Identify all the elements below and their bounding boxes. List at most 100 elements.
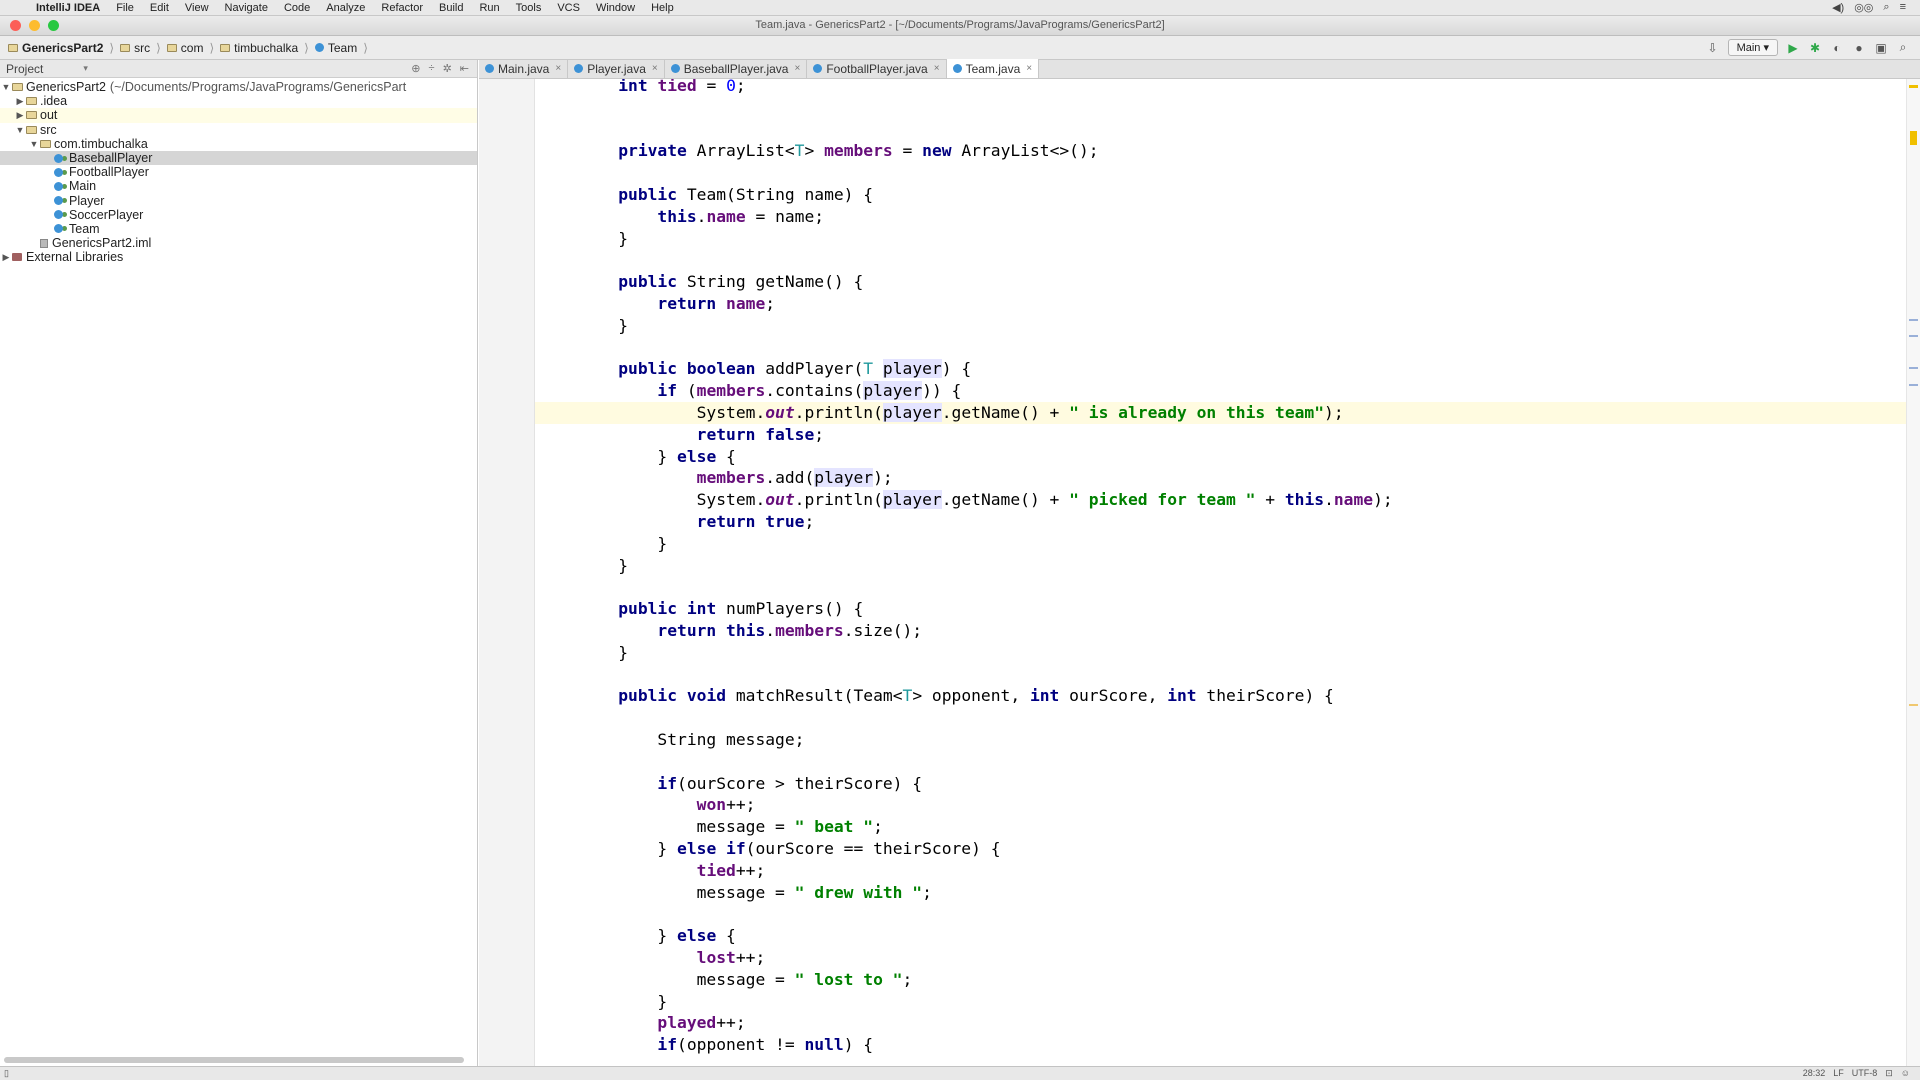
code-line[interactable]: 32 System.out.println(player.getName() +… xyxy=(535,489,1920,511)
run-icon[interactable]: ▶ xyxy=(1786,41,1800,55)
code-line[interactable]: 46 won++; xyxy=(535,794,1920,816)
code-line[interactable]: 36 xyxy=(535,576,1920,598)
run-configuration-select[interactable]: Main ▾ xyxy=(1727,39,1778,56)
close-tab-icon[interactable]: × xyxy=(555,63,561,74)
tree-item[interactable]: ▼ com.timbuchalka xyxy=(0,137,477,151)
line-separator[interactable]: LF xyxy=(1833,1068,1844,1079)
error-stripe[interactable] xyxy=(1906,79,1920,1066)
line-number-gutter[interactable] xyxy=(479,79,535,1066)
usage-marker[interactable] xyxy=(1909,335,1918,337)
close-tab-icon[interactable]: × xyxy=(652,63,658,74)
collapsed-arrow-icon[interactable]: ▶ xyxy=(0,250,12,264)
tree-item[interactable]: GenericsPart2.iml xyxy=(0,236,477,250)
collapsed-arrow-icon[interactable]: ▶ xyxy=(14,108,26,122)
tree-item[interactable]: ▶ External Libraries xyxy=(0,250,477,264)
breadcrumb-item[interactable]: com xyxy=(163,41,208,55)
usage-marker[interactable] xyxy=(1909,319,1918,321)
code-line[interactable]: 23 return name; xyxy=(535,293,1920,315)
code-line[interactable]: 39⊖ } xyxy=(535,642,1920,664)
breadcrumb-item[interactable]: timbuchalka xyxy=(216,41,302,55)
tab-baseballplayer[interactable]: BaseballPlayer.java × xyxy=(665,59,808,78)
code-line[interactable]: 52 } else { xyxy=(535,925,1920,947)
tree-item[interactable]: ▶ out xyxy=(0,108,477,123)
code-line[interactable]: 27 if (members.contains(player)) { xyxy=(535,380,1920,402)
tree-item[interactable]: ▼ src xyxy=(0,123,477,137)
menu-item-run[interactable]: Run xyxy=(471,2,507,14)
volume-icon[interactable]: ◀) xyxy=(1832,1,1844,14)
project-horizontal-scrollbar[interactable] xyxy=(0,1056,470,1064)
coverage-icon[interactable]: ◐ xyxy=(1830,41,1844,55)
expanded-arrow-icon[interactable]: ▼ xyxy=(0,80,12,94)
code-line[interactable]: 13 int tied = 0; xyxy=(535,79,1920,97)
menu-item-window[interactable]: Window xyxy=(588,2,643,14)
code-line[interactable]: 50 message = " drew with "; xyxy=(535,882,1920,904)
usage-marker[interactable] xyxy=(1909,367,1918,369)
menu-item-tools[interactable]: Tools xyxy=(508,2,550,14)
usage-marker[interactable] xyxy=(1909,704,1918,706)
tree-item[interactable]: ▼ GenericsPart2 (~/Documents/Programs/Java… xyxy=(0,80,477,94)
tab-player[interactable]: Player.java × xyxy=(568,59,665,78)
tree-item[interactable]: Team xyxy=(0,222,477,236)
code-line[interactable]: 42 xyxy=(535,707,1920,729)
menu-item-code[interactable]: Code xyxy=(276,2,318,14)
code-line[interactable]: 30 } else { xyxy=(535,446,1920,468)
warning-marker[interactable] xyxy=(1910,131,1917,145)
code-line[interactable]: 21 xyxy=(535,249,1920,271)
debug-icon[interactable]: ✱ xyxy=(1808,41,1822,55)
warning-marker[interactable] xyxy=(1909,85,1918,88)
menu-item-help[interactable]: Help xyxy=(643,2,682,14)
code-line[interactable]: 51 xyxy=(535,903,1920,925)
lock-icon[interactable]: ⊡ xyxy=(1885,1068,1893,1079)
code-line[interactable]: 17 xyxy=(535,162,1920,184)
project-structure-icon[interactable]: ▣ xyxy=(1874,41,1888,55)
build-icon[interactable]: ⇩ xyxy=(1706,41,1720,55)
expanded-arrow-icon[interactable]: ▼ xyxy=(28,137,40,151)
menu-item-analyze[interactable]: Analyze xyxy=(318,2,373,14)
tree-item[interactable]: ▶ .idea xyxy=(0,94,477,108)
code-line[interactable]: 25 xyxy=(535,337,1920,359)
tree-item[interactable]: Player xyxy=(0,194,477,208)
caret-position[interactable]: 28:32 xyxy=(1803,1068,1826,1079)
code-editor[interactable]: 13 int tied = 0;141516 private ArrayList… xyxy=(479,79,1920,1066)
close-tab-icon[interactable]: × xyxy=(934,63,940,74)
breadcrumb-item[interactable]: src xyxy=(116,41,154,55)
code-line[interactable]: 41⊖ public void matchResult(Team<T> oppo… xyxy=(535,685,1920,707)
code-line[interactable]: 55 } xyxy=(535,991,1920,1013)
spotlight-search-icon[interactable]: ⌕ xyxy=(1883,1,1889,14)
menu-item-build[interactable]: Build xyxy=(431,2,471,14)
code-line[interactable]: 45 if(ourScore > theirScore) { xyxy=(535,773,1920,795)
code-area[interactable]: 13 int tied = 0;141516 private ArrayList… xyxy=(535,79,1920,1066)
menu-item-refactor[interactable]: Refactor xyxy=(373,2,431,14)
code-line[interactable]: 28 System.out.println(player.getName() +… xyxy=(535,402,1920,424)
inspector-icon[interactable]: ☺ xyxy=(1901,1068,1910,1079)
code-line[interactable]: 15 xyxy=(535,119,1920,141)
code-line[interactable]: 33 return true; xyxy=(535,511,1920,533)
code-line[interactable]: 53 lost++; xyxy=(535,947,1920,969)
code-line[interactable]: 24⊖ } xyxy=(535,315,1920,337)
menu-item-vcs[interactable]: VCS xyxy=(549,2,588,14)
code-line[interactable]: 31 members.add(player); xyxy=(535,467,1920,489)
code-line[interactable]: 44 xyxy=(535,751,1920,773)
stop-icon[interactable]: ● xyxy=(1852,41,1866,55)
code-line[interactable]: 35⊖ } xyxy=(535,555,1920,577)
menu-item-view[interactable]: View xyxy=(177,2,217,14)
tab-team[interactable]: Team.java × xyxy=(946,59,1040,78)
project-view-selector[interactable]: Project xyxy=(6,62,43,76)
tree-item[interactable]: Main xyxy=(0,179,477,193)
code-line[interactable]: 47 message = " beat "; xyxy=(535,816,1920,838)
code-line[interactable]: 37⊖ public int numPlayers() { xyxy=(535,598,1920,620)
tab-main[interactable]: Main.java × xyxy=(479,59,569,78)
code-line[interactable]: 34 } xyxy=(535,533,1920,555)
code-line[interactable]: 38 return this.members.size(); xyxy=(535,620,1920,642)
menu-item-navigate[interactable]: Navigate xyxy=(217,2,276,14)
code-line[interactable]: 26⊖ public boolean addPlayer(T player) { xyxy=(535,358,1920,380)
expanded-arrow-icon[interactable]: ▼ xyxy=(14,123,26,137)
search-icon[interactable]: ⌕ xyxy=(1896,40,1910,55)
code-line[interactable]: 20⊖ } xyxy=(535,228,1920,250)
code-line[interactable]: 16 private ArrayList<T> members = new Ar… xyxy=(535,140,1920,162)
menu-item-edit[interactable]: Edit xyxy=(142,2,177,14)
code-line[interactable]: 19 this.name = name; xyxy=(535,206,1920,228)
code-line[interactable]: 49 tied++; xyxy=(535,860,1920,882)
code-line[interactable]: 56 played++; xyxy=(535,1012,1920,1034)
code-line[interactable]: 48 } else if(ourScore == theirScore) { xyxy=(535,838,1920,860)
